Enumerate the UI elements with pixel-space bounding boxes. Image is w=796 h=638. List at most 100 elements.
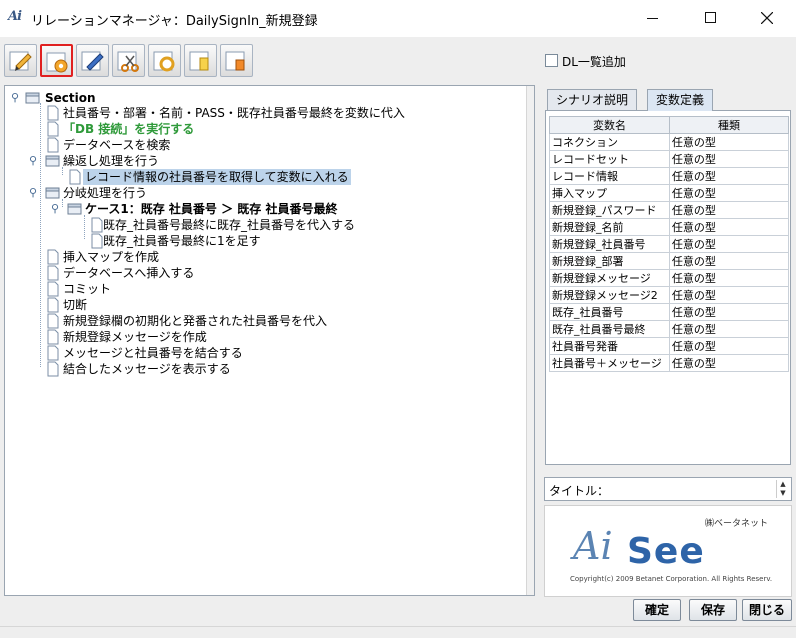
scenario-tree[interactable]: ⚲ Section 社員番号・部署・名前・PASS・既存社員番号最終を変数に代入… xyxy=(4,85,535,596)
title-input[interactable] xyxy=(597,480,773,498)
tree-line xyxy=(40,103,41,367)
tree-node-label: 新規登録欄の初期化と発番された社員番号を代入 xyxy=(63,314,328,328)
window-title: リレーションマネージャ：DailySignIn_新規登録 xyxy=(31,14,318,29)
document-icon xyxy=(47,121,59,137)
variable-type-cell: 任意の型 xyxy=(668,133,790,151)
table-row[interactable]: 新規登録_名前 任意の型 xyxy=(549,218,790,236)
tree-node[interactable]: メッセージと社員番号を結合する xyxy=(45,345,243,361)
tree-node-label: 既存_社員番号最終に1を足す xyxy=(103,234,261,248)
tree-node-label: データベースを検索 xyxy=(63,138,171,152)
tree-node[interactable]: ⚲ 分岐処理を行う xyxy=(29,185,147,201)
tree-node[interactable]: 挿入マップを作成 xyxy=(45,249,159,265)
document-icon xyxy=(47,345,59,361)
variable-name-cell: 新規登録_社員番号 xyxy=(549,235,670,253)
blue-pen-icon xyxy=(81,51,104,71)
tree-node-label: 挿入マップを作成 xyxy=(63,250,160,264)
pen-button[interactable] xyxy=(76,44,109,77)
document-icon xyxy=(47,249,59,265)
title-spinner[interactable]: ▲ ▼ xyxy=(776,480,789,498)
tree-node-label: 切断 xyxy=(63,298,88,312)
tab-scenario-description[interactable]: シナリオ説明 xyxy=(547,89,638,111)
column-header-variable-name[interactable]: 変数名 xyxy=(549,116,670,134)
edit-pencil-button[interactable] xyxy=(4,44,37,77)
column-header-type[interactable]: 種類 xyxy=(668,116,790,134)
copyright-text: Copyright(c) 2009 Betanet Corporation. A… xyxy=(570,575,773,583)
tab-variable-definition[interactable]: 変数定義 xyxy=(647,89,714,111)
export-button[interactable] xyxy=(220,44,253,77)
maximize-icon xyxy=(705,12,716,23)
save-button[interactable]: 保存 xyxy=(689,599,737,621)
tree-node-selected[interactable]: レコード情報の社員番号を取得して変数に入れる xyxy=(67,169,351,185)
refresh-button[interactable] xyxy=(148,44,181,77)
document-icon xyxy=(47,313,59,329)
tree-node[interactable]: 新規登録メッセージを作成 xyxy=(45,329,207,345)
tree-node[interactable]: 切断 xyxy=(45,297,87,313)
tree-node[interactable]: データベースを検索 xyxy=(45,137,170,153)
tree-node-section[interactable]: ⚲ Section xyxy=(11,90,96,106)
table-row[interactable]: レコードセット 任意の型 xyxy=(549,150,790,168)
table-row[interactable]: 新規登録メッセージ2 任意の型 xyxy=(549,286,790,304)
right-panel: シナリオ説明 変数定義 変数名 種類 コネクション 任意の型 レコードセット 任意の… xyxy=(543,85,793,597)
variable-name-cell: 既存_社員番号最終 xyxy=(549,320,670,338)
collapse-handle-icon: ⚲ xyxy=(29,186,38,199)
variable-table: 変数名 種類 コネクション 任意の型 レコードセット 任意の型 レコード情報 任意の型… xyxy=(549,116,790,372)
tree-node[interactable]: データベースへ挿入する xyxy=(45,265,194,281)
table-row[interactable]: レコード情報 任意の型 xyxy=(549,167,790,185)
logo-panel: ㈱ベータネット Ai See Copyright(c) 2009 Betanet… xyxy=(544,505,792,597)
table-row[interactable]: 社員番号発番 任意の型 xyxy=(549,337,790,355)
tree-node-label: レコード情報の社員番号を取得して変数に入れる xyxy=(83,169,351,185)
variable-name-cell: コネクション xyxy=(549,133,670,151)
variable-type-cell: 任意の型 xyxy=(668,286,790,304)
copy-button[interactable] xyxy=(184,44,217,77)
minimize-button[interactable] xyxy=(630,0,676,37)
document-icon xyxy=(47,105,59,121)
table-row[interactable]: 既存_社員番号 任意の型 xyxy=(549,303,790,321)
table-row[interactable]: 社員番号＋メッセージ 任意の型 xyxy=(549,354,790,372)
tree-node[interactable]: 社員番号・部署・名前・PASS・既存社員番号最終を変数に代入 xyxy=(45,105,405,121)
maximize-button[interactable] xyxy=(686,0,732,37)
table-row[interactable]: 新規登録_部署 任意の型 xyxy=(549,252,790,270)
tree-node-label: 繰返し処理を行う xyxy=(63,154,160,168)
variable-name-cell: 既存_社員番号 xyxy=(549,303,670,321)
table-row[interactable]: 新規登録_社員番号 任意の型 xyxy=(549,235,790,253)
collapse-handle-icon: ⚲ xyxy=(11,91,20,104)
close-button[interactable]: 閉じる xyxy=(742,599,792,621)
tree-node[interactable]: 「DB 接続」を実行する xyxy=(45,121,194,137)
app-logo-icon: Ai xyxy=(8,9,22,24)
tree-node[interactable]: ⚲ ケース1：既存 社員番号 ＞ 既存 社員番号最終 xyxy=(51,201,337,217)
document-icon xyxy=(91,217,103,233)
document-icon xyxy=(69,169,81,185)
table-row[interactable]: 挿入マップ 任意の型 xyxy=(549,184,790,202)
tree-node[interactable]: 既存_社員番号最終に既存_社員番号を代入する xyxy=(89,217,355,233)
variable-definition-panel: 変数名 種類 コネクション 任意の型 レコードセット 任意の型 レコード情報 任意の型… xyxy=(545,110,791,465)
tree-node[interactable]: コミット xyxy=(45,281,111,297)
variable-type-cell: 任意の型 xyxy=(668,235,790,253)
title-field: タイトル： ▲ ▼ xyxy=(544,477,792,501)
tree-node-label: 結合したメッセージを表示する xyxy=(63,362,231,376)
tree-node[interactable]: 結合したメッセージを表示する xyxy=(45,361,231,377)
document-icon xyxy=(47,137,59,153)
scissors-icon xyxy=(117,51,139,72)
cut-button[interactable] xyxy=(112,44,145,77)
close-icon xyxy=(761,12,773,24)
tree-line xyxy=(84,215,85,239)
settings-button[interactable] xyxy=(40,44,73,77)
tree-node-label: 社員番号・部署・名前・PASS・既存社員番号最終を変数に代入 xyxy=(63,106,405,120)
tree-node[interactable]: ⚲ 繰返し処理を行う xyxy=(29,153,159,169)
tree-scrollbar[interactable] xyxy=(526,86,534,595)
tree-node-label: データベースへ挿入する xyxy=(63,266,195,280)
table-row[interactable]: 新規登録メッセージ 任意の型 xyxy=(549,269,790,287)
settings-gear-icon xyxy=(46,52,68,73)
tree-node[interactable]: 既存_社員番号最終に1を足す xyxy=(89,233,261,249)
folder-icon xyxy=(45,187,60,199)
variable-name-cell: レコード情報 xyxy=(549,167,670,185)
variable-name-cell: 新規登録_パスワード xyxy=(549,201,670,219)
table-row[interactable]: 既存_社員番号最終 任意の型 xyxy=(549,320,790,338)
logo-see-text: See xyxy=(627,531,705,572)
dl-add-checkbox[interactable] xyxy=(545,54,558,67)
confirm-button[interactable]: 確定 xyxy=(633,599,681,621)
close-window-button[interactable] xyxy=(744,0,790,37)
table-row[interactable]: コネクション 任意の型 xyxy=(549,133,790,151)
table-row[interactable]: 新規登録_パスワード 任意の型 xyxy=(549,201,790,219)
tree-node[interactable]: 新規登録欄の初期化と発番された社員番号を代入 xyxy=(45,313,327,329)
